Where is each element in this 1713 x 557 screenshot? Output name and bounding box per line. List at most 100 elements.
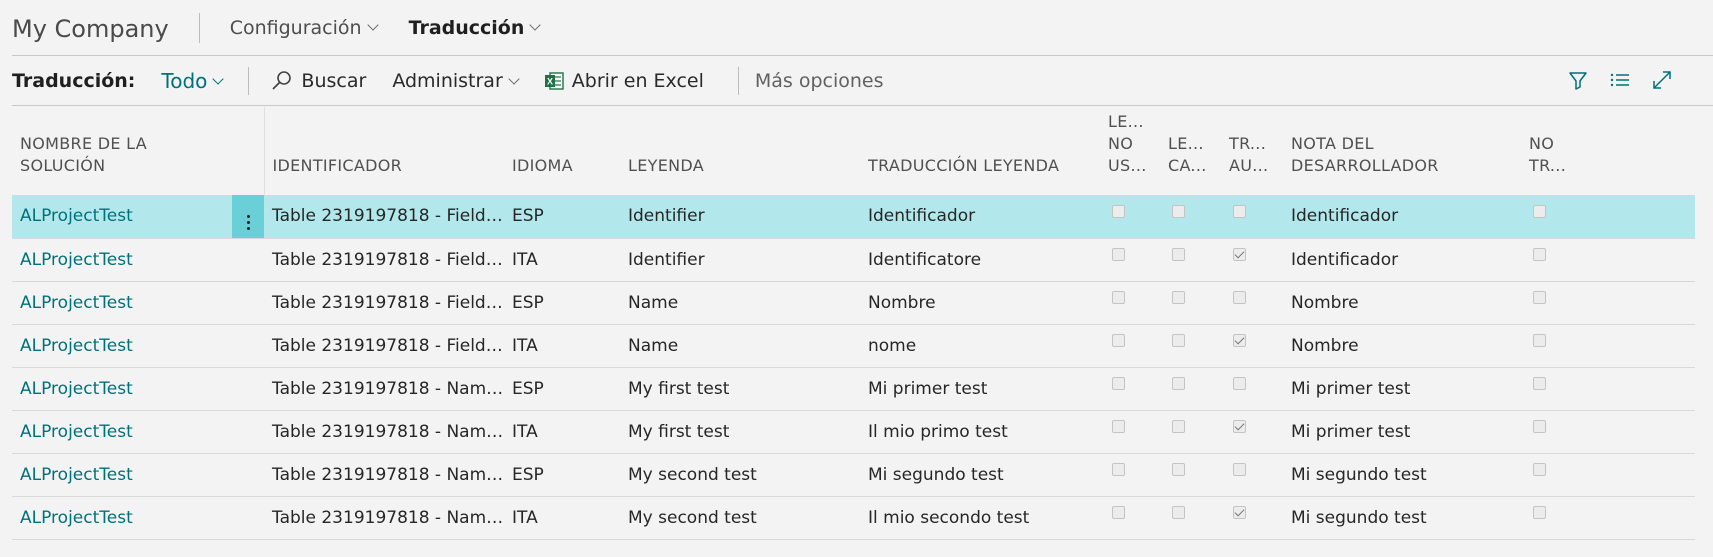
cell-auto-translated [1221, 195, 1283, 239]
cell-solution[interactable]: ALProjectTest [12, 496, 232, 540]
row-actions-cell[interactable] [232, 195, 264, 239]
checkbox[interactable] [1533, 463, 1546, 476]
cell-solution[interactable]: ALProjectTest [12, 281, 232, 325]
checkbox[interactable] [1533, 420, 1546, 433]
column-header-caption-translation[interactable]: TRADUCCIÓN LEYENDA [860, 107, 1100, 195]
row-actions-cell[interactable] [232, 238, 264, 282]
company-name[interactable]: My Company [12, 13, 169, 43]
row-actions-cell[interactable] [232, 453, 264, 497]
filter-icon[interactable] [1567, 69, 1589, 91]
table-row[interactable]: ALProjectTest Table 2319197818 - NamedTy… [12, 367, 1695, 411]
cell-caption: Name [620, 324, 860, 368]
table-row[interactable]: ALProjectTest Table 2319197818 - Field 1… [12, 238, 1695, 282]
checkbox[interactable] [1112, 463, 1125, 476]
checkbox[interactable] [1233, 291, 1246, 304]
cell-solution[interactable]: ALProjectTest [12, 453, 232, 497]
table-row[interactable]: ALProjectTest Table 2319197818 - NamedTy… [12, 453, 1695, 497]
cell-translation[interactable]: Identificador [860, 195, 1100, 239]
row-actions-cell[interactable] [232, 410, 264, 454]
cell-developer-note: Nombre [1283, 324, 1521, 368]
expand-icon[interactable] [1651, 69, 1673, 91]
search-button[interactable]: Buscar [271, 70, 366, 92]
cell-solution[interactable]: ALProjectTest [12, 410, 232, 454]
checkbox[interactable] [1233, 334, 1246, 347]
cell-translation[interactable]: Il mio secondo test [860, 496, 1100, 540]
checkbox[interactable] [1172, 377, 1185, 390]
row-actions-cell[interactable] [232, 367, 264, 411]
more-options-button[interactable]: Más opciones [755, 70, 884, 92]
cell-solution[interactable]: ALProjectTest [12, 367, 232, 411]
column-header-caption-changed[interactable]: LE... CA... [1160, 107, 1221, 195]
checkbox[interactable] [1533, 204, 1546, 218]
checkbox[interactable] [1172, 291, 1185, 304]
checkbox[interactable] [1533, 506, 1546, 519]
cell-auto-translated [1221, 238, 1283, 282]
checkbox[interactable] [1533, 291, 1546, 304]
table-row[interactable]: ALProjectTest Table 2319197818 - NamedTy… [12, 410, 1695, 454]
checkbox[interactable] [1172, 506, 1185, 519]
checkbox[interactable] [1172, 420, 1185, 433]
chevron-down-icon [366, 19, 379, 31]
checkbox[interactable] [1112, 334, 1125, 347]
checkbox[interactable] [1172, 463, 1185, 476]
checkbox[interactable] [1172, 334, 1185, 347]
checkbox[interactable] [1233, 377, 1246, 390]
table-row[interactable]: ALProjectTest Table 2319197818 - Field 2… [12, 324, 1695, 368]
cell-translation[interactable]: Identificatore [860, 238, 1100, 282]
table-row[interactable]: ALProjectTest Table 2319197818 - Field 2… [12, 281, 1695, 325]
row-actions-cell[interactable] [232, 496, 264, 540]
column-header-identifier[interactable]: IDENTIFICADOR [263, 107, 504, 195]
column-header-auto-translated[interactable]: TR... AU... [1221, 107, 1283, 195]
cell-auto-translated [1221, 410, 1283, 454]
cell-translation[interactable]: Mi primer test [860, 367, 1100, 411]
checkbox[interactable] [1172, 204, 1185, 218]
cell-solution[interactable]: ALProjectTest [12, 195, 232, 239]
checkbox[interactable] [1233, 204, 1246, 218]
cell-solution[interactable]: ALProjectTest [12, 324, 232, 368]
checkbox[interactable] [1233, 463, 1246, 476]
cell-caption-changed [1160, 453, 1221, 497]
row-actions-cell[interactable] [232, 281, 264, 325]
cell-translation[interactable]: Il mio primo test [860, 410, 1100, 454]
cell-translation[interactable]: Nombre [860, 281, 1100, 325]
open-in-excel-button[interactable]: X Abrir en Excel [544, 70, 704, 92]
column-header-language[interactable]: IDIOMA [504, 107, 620, 195]
checkbox[interactable] [1233, 248, 1246, 261]
checkbox[interactable] [1112, 377, 1125, 390]
view-filter-dropdown[interactable]: Todo [161, 69, 225, 93]
table-row[interactable]: ALProjectTest Table 2319197818 - NamedTy… [12, 496, 1695, 540]
cell-caption-changed [1160, 367, 1221, 411]
column-header-developer-note[interactable]: NOTA DEL DESARROLLADOR [1283, 107, 1521, 195]
cell-translation[interactable]: Mi segundo test [860, 453, 1100, 497]
column-header-not-translate[interactable]: NO TR... [1521, 107, 1695, 195]
manage-label: Administrar [392, 70, 503, 92]
checkbox[interactable] [1533, 248, 1546, 261]
checkbox[interactable] [1233, 506, 1246, 519]
table-row[interactable]: ALProjectTest Table 2319197818 - Field 1… [12, 195, 1695, 239]
menu-configuracion[interactable]: Configuración [230, 17, 379, 39]
list-icon[interactable] [1609, 69, 1631, 91]
cell-developer-note: Mi segundo test [1283, 453, 1521, 497]
cell-translation[interactable]: nome [860, 324, 1100, 368]
row-actions-cell[interactable] [232, 324, 264, 368]
checkbox[interactable] [1112, 248, 1125, 261]
search-icon [272, 71, 292, 90]
menu-traduccion[interactable]: Traducción [409, 17, 542, 39]
cell-language: ESP [504, 195, 620, 239]
cell-identifier: Table 2319197818 - NamedTyp... [264, 496, 504, 540]
checkbox[interactable] [1172, 248, 1185, 261]
checkbox[interactable] [1112, 420, 1125, 433]
checkbox[interactable] [1112, 291, 1125, 304]
column-header-caption-not-used[interactable]: LE... NO US... [1100, 107, 1160, 195]
more-vertical-icon[interactable] [246, 214, 250, 230]
column-header-caption[interactable]: LEYENDA [620, 107, 860, 195]
checkbox[interactable] [1112, 204, 1125, 218]
checkbox[interactable] [1112, 506, 1125, 519]
manage-dropdown[interactable]: Administrar [392, 70, 520, 92]
cell-solution[interactable]: ALProjectTest [12, 238, 232, 282]
page-title: Traducción: [12, 70, 136, 92]
checkbox[interactable] [1233, 420, 1246, 433]
checkbox[interactable] [1533, 377, 1546, 390]
checkbox[interactable] [1533, 334, 1546, 347]
column-header-solution[interactable]: NOMBRE DE LA SOLUCIÓN [12, 107, 232, 195]
